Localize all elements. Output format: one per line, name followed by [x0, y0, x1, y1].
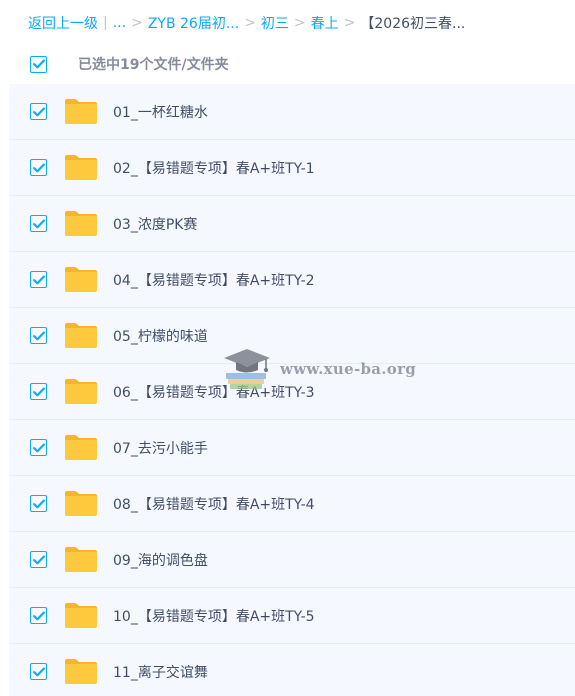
breadcrumb-divider: | — [103, 15, 108, 31]
file-checkbox[interactable] — [30, 663, 47, 680]
folder-icon — [64, 490, 98, 517]
breadcrumb-item-course[interactable]: ZYB 26届初... — [148, 13, 239, 33]
file-checkbox[interactable] — [30, 551, 47, 568]
checkmark-icon — [32, 331, 45, 340]
file-browser: 返回上一级 | ... > ZYB 26届初... > 初三 > 春上 > 【2… — [0, 0, 575, 696]
file-row[interactable]: 04_【易错题专项】春A+班TY-2 — [9, 252, 575, 308]
back-link[interactable]: 返回上一级 — [28, 13, 98, 33]
file-checkbox[interactable] — [30, 103, 47, 120]
selection-count: 已选中19个文件/文件夹 — [78, 57, 229, 73]
breadcrumb-ellipsis[interactable]: ... — [113, 15, 126, 31]
file-checkbox[interactable] — [30, 327, 47, 344]
folder-icon — [64, 98, 98, 125]
folder-icon — [64, 546, 98, 573]
checkmark-icon — [32, 443, 45, 452]
breadcrumb-item-term[interactable]: 春上 — [311, 13, 339, 33]
breadcrumb: 返回上一级 | ... > ZYB 26届初... > 初三 > 春上 > 【2… — [28, 12, 465, 34]
folder-icon — [64, 154, 98, 181]
file-row[interactable]: 05_柠檬的味道 — [9, 308, 575, 364]
checkmark-icon — [32, 59, 45, 69]
breadcrumb-separator: > — [244, 15, 256, 31]
file-row[interactable]: 08_【易错题专项】春A+班TY-4 — [9, 476, 575, 532]
file-checkbox[interactable] — [30, 159, 47, 176]
file-checkbox[interactable] — [30, 383, 47, 400]
file-row[interactable]: 11_离子交谊舞 — [9, 644, 575, 696]
folder-icon — [64, 434, 98, 461]
breadcrumb-current: 【2026初三春... — [360, 16, 466, 32]
checkmark-icon — [32, 667, 45, 676]
checkmark-icon — [32, 555, 45, 564]
folder-icon — [64, 658, 98, 685]
checkmark-icon — [32, 387, 45, 396]
file-list: 01_一杯红糖水 02_【易错题专项】春A+班TY-1 03_浓度PK赛 04_【易错… — [9, 84, 575, 696]
checkmark-icon — [32, 107, 45, 116]
file-row[interactable]: 03_浓度PK赛 — [9, 196, 575, 252]
file-name: 07_去污小能手 — [113, 440, 208, 457]
checkmark-icon — [32, 499, 45, 508]
file-checkbox[interactable] — [30, 495, 47, 512]
checkmark-icon — [32, 611, 45, 620]
checkmark-icon — [32, 163, 45, 172]
file-name: 09_海的调色盘 — [113, 552, 208, 569]
file-checkbox[interactable] — [30, 215, 47, 232]
file-name: 02_【易错题专项】春A+班TY-1 — [113, 160, 315, 177]
file-name: 06_【易错题专项】春A+班TY-3 — [113, 384, 315, 401]
folder-icon — [64, 378, 98, 405]
file-row[interactable]: 01_一杯红糖水 — [9, 84, 575, 140]
selection-bar: 已选中19个文件/文件夹 — [0, 44, 575, 84]
folder-icon — [64, 266, 98, 293]
file-checkbox[interactable] — [30, 271, 47, 288]
select-all-checkbox[interactable] — [30, 55, 47, 73]
folder-icon — [64, 602, 98, 629]
file-name: 10_【易错题专项】春A+班TY-5 — [113, 608, 315, 625]
file-row[interactable]: 10_【易错题专项】春A+班TY-5 — [9, 588, 575, 644]
breadcrumb-separator: > — [131, 15, 143, 31]
breadcrumb-separator: > — [343, 15, 356, 31]
checkmark-icon — [32, 219, 45, 228]
folder-icon — [64, 322, 98, 349]
file-row[interactable]: 02_【易错题专项】春A+班TY-1 — [9, 140, 575, 196]
file-name: 11_离子交谊舞 — [113, 664, 208, 681]
folder-icon — [64, 210, 98, 237]
file-name: 01_一杯红糖水 — [113, 104, 208, 121]
file-name: 03_浓度PK赛 — [113, 216, 198, 233]
file-row[interactable]: 09_海的调色盘 — [9, 532, 575, 588]
file-checkbox[interactable] — [30, 607, 47, 624]
checkmark-icon — [32, 275, 45, 284]
breadcrumb-separator: > — [293, 15, 306, 31]
file-row[interactable]: 06_【易错题专项】春A+班TY-3 — [9, 364, 575, 420]
file-name: 04_【易错题专项】春A+班TY-2 — [113, 272, 315, 289]
file-row[interactable]: 07_去污小能手 — [9, 420, 575, 476]
file-name: 08_【易错题专项】春A+班TY-4 — [113, 496, 315, 513]
file-name: 05_柠檬的味道 — [113, 328, 208, 345]
breadcrumb-item-grade[interactable]: 初三 — [261, 13, 289, 33]
file-checkbox[interactable] — [30, 439, 47, 456]
